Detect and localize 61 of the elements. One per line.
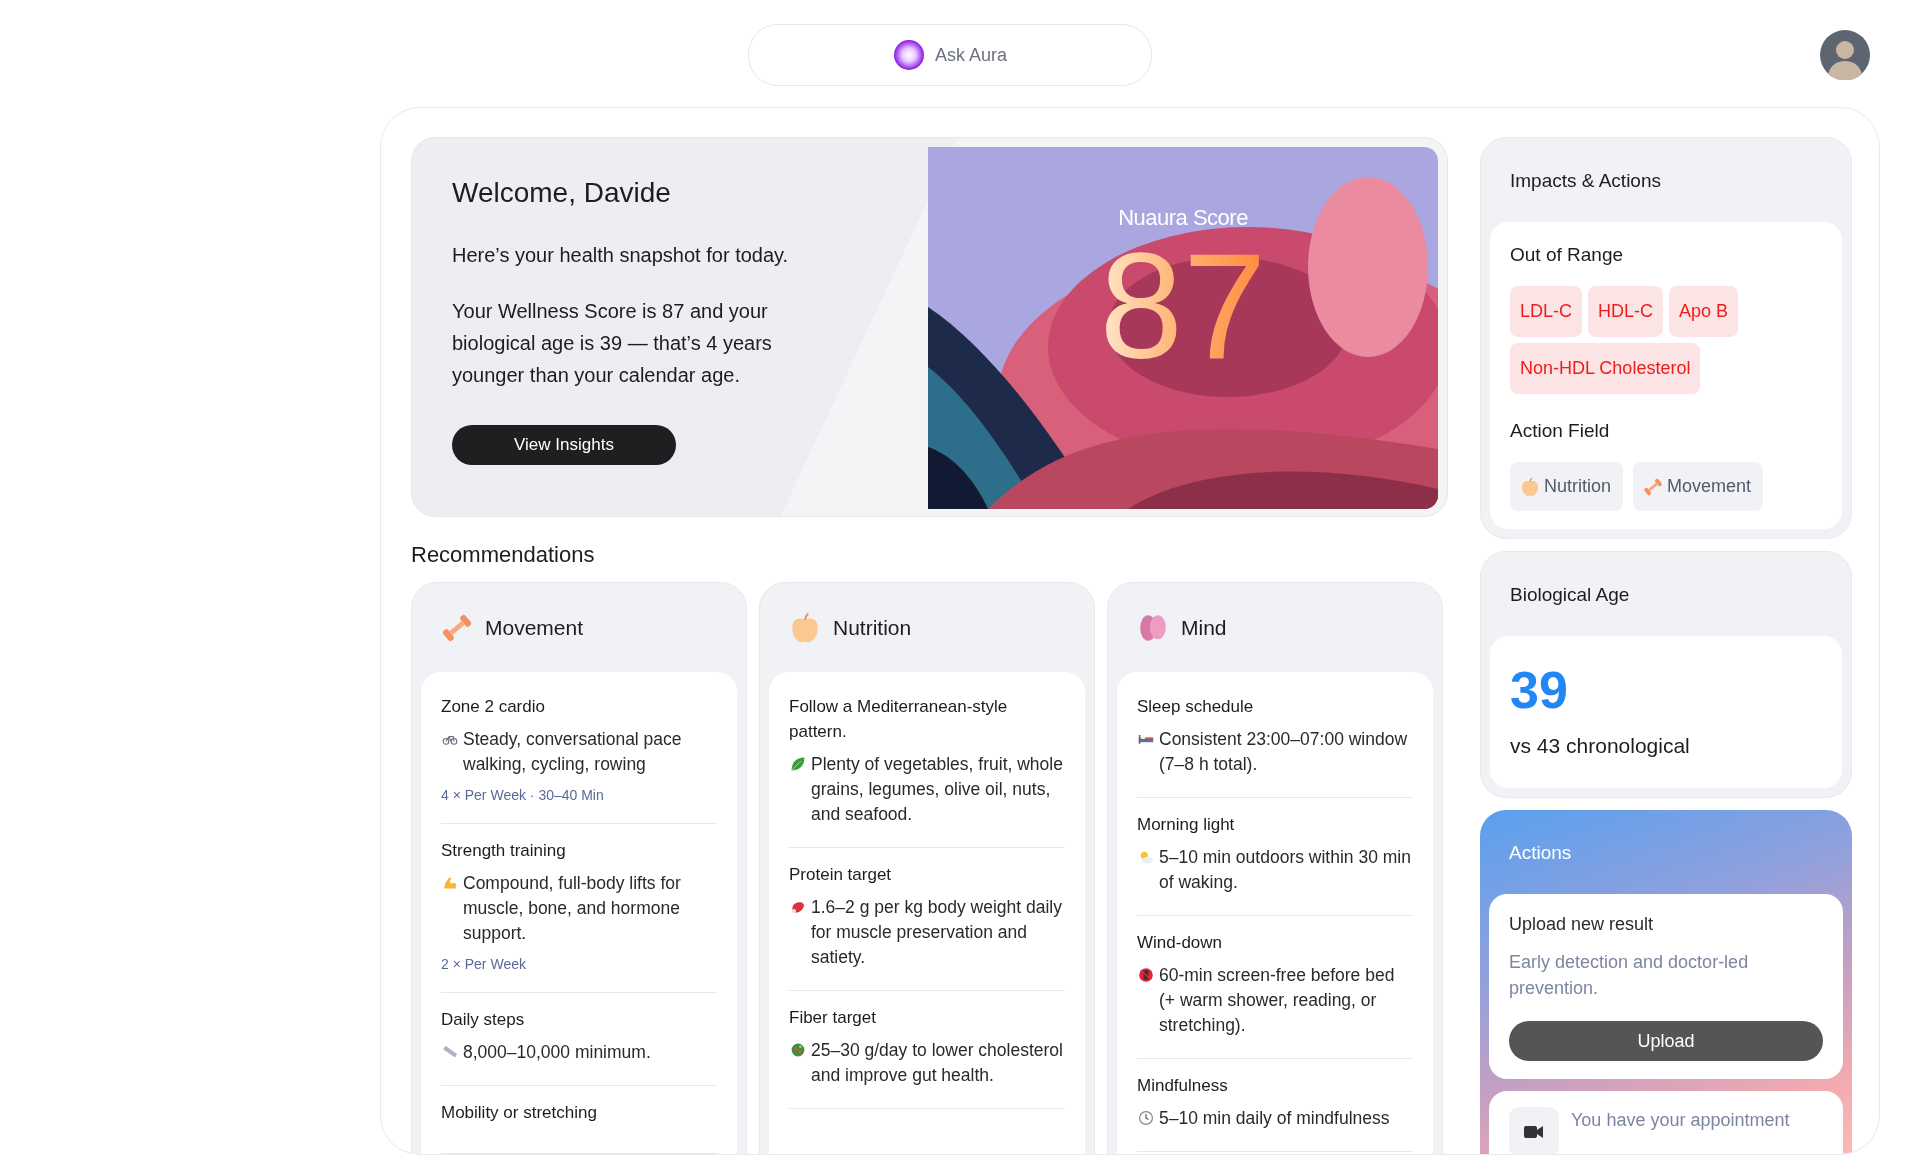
comparison-text: vs 43 chronological: [1510, 734, 1691, 758]
apple-icon: [1520, 476, 1540, 497]
item-title: Morning light: [1137, 814, 1236, 836]
intro-text: Here’s your health snapshot for today.: [452, 243, 789, 268]
item-text: Plenty of vegetables, fruit, whole grains, legumes, olive oil, nuts, and seafood.: [811, 753, 1064, 826]
apple-icon: [789, 611, 821, 644]
item-text: 8,000–10,000 minimum.: [463, 1041, 651, 1064]
panel-title: Actions: [1508, 841, 1573, 865]
item-title: Follow a Mediterranean-style pattern.: [789, 696, 1009, 743]
item-text: 60-min screen-free before bed (+ warm shower, reading, or stretching).: [1159, 964, 1396, 1037]
view-insights-button[interactable]: View Insights: [452, 425, 676, 465]
card-title: Upload new result: [1509, 914, 1655, 935]
item-text: 5–10 min outdoors within 30 min of waking.: [1159, 846, 1412, 894]
flexed-arm-icon: [441, 875, 459, 891]
appointment-text: You have your appointment: [1571, 1109, 1790, 1132]
panel-title: Impacts & Actions: [1509, 169, 1662, 193]
score-label: Nuaura Score: [1118, 205, 1248, 231]
section-heading: Recommendations: [411, 542, 596, 568]
salad-icon: [789, 1042, 807, 1058]
summary-text: Your Wellness Score is 87 and your biological age is 39 — that’s 4 years younger than your calendar age.: [452, 299, 773, 388]
item-title: Mobility or stretching: [441, 1102, 598, 1124]
item-title: Strength training: [441, 840, 567, 862]
item-text: 1.6–2 g per kg body weight daily for muscle preservation and satiety.: [811, 896, 1063, 969]
item-title: Daily steps: [441, 1009, 526, 1031]
card-title: Nutrition: [833, 615, 912, 640]
subheading: Out of Range: [1510, 244, 1625, 266]
welcome-heading: Welcome, Davide: [452, 177, 671, 209]
meat-icon: [789, 899, 807, 915]
ask-aura-bar[interactable]: Ask Aura: [748, 24, 1152, 86]
marker-tag[interactable]: Non-HDL Cholesterol: [1510, 343, 1701, 394]
dumbbell-icon: [1643, 476, 1664, 497]
marker-tag[interactable]: HDL-C: [1588, 286, 1664, 337]
item-title: Zone 2 cardio: [441, 696, 546, 718]
item-text: 5–10 min daily of mindfulness: [1159, 1107, 1390, 1130]
panel-title: Biological Age: [1509, 583, 1631, 607]
item-title: Mindfulness: [1137, 1075, 1229, 1097]
item-title: Sleep schedule: [1137, 696, 1255, 718]
card-title: Mind: [1181, 615, 1227, 640]
item-title: Protein target: [789, 864, 893, 886]
marker-tag[interactable]: LDL-C: [1510, 286, 1582, 337]
field-chip[interactable]: Movement: [1633, 462, 1764, 511]
leaf-icon: [789, 756, 807, 772]
item-text: Steady, conversational pace walking, cycling, rowing: [463, 728, 683, 776]
frequency-text: 4 × Per Week · 30–40 Min: [441, 787, 605, 803]
item-title: Wind-down: [1137, 932, 1224, 954]
item-title: Fiber target: [789, 1007, 877, 1029]
subheading: Action Field: [1510, 420, 1611, 442]
item-text: Consistent 23:00–07:00 window (7–8 h total).: [1159, 728, 1409, 776]
marker-tag[interactable]: Apo B: [1669, 286, 1739, 337]
frequency-text: 2 × Per Week: [441, 956, 527, 972]
avatar[interactable]: [1820, 30, 1870, 80]
item-text: 25–30 g/day to lower cholesterol and improve gut health.: [811, 1039, 1064, 1087]
upload-button[interactable]: Upload: [1509, 1021, 1823, 1061]
field-chip[interactable]: Nutrition: [1510, 462, 1624, 511]
item-text: Compound, full-body lifts for muscle, bone, and hormone support.: [463, 872, 682, 945]
orb-icon: [892, 39, 925, 71]
card-title: Movement: [485, 615, 584, 640]
age-value: 39: [1510, 660, 1569, 720]
card-text: Early detection and doctor-led prevention.: [1509, 951, 1750, 1000]
no-phone-icon: [1137, 967, 1155, 983]
clock-icon: [1137, 1110, 1155, 1126]
